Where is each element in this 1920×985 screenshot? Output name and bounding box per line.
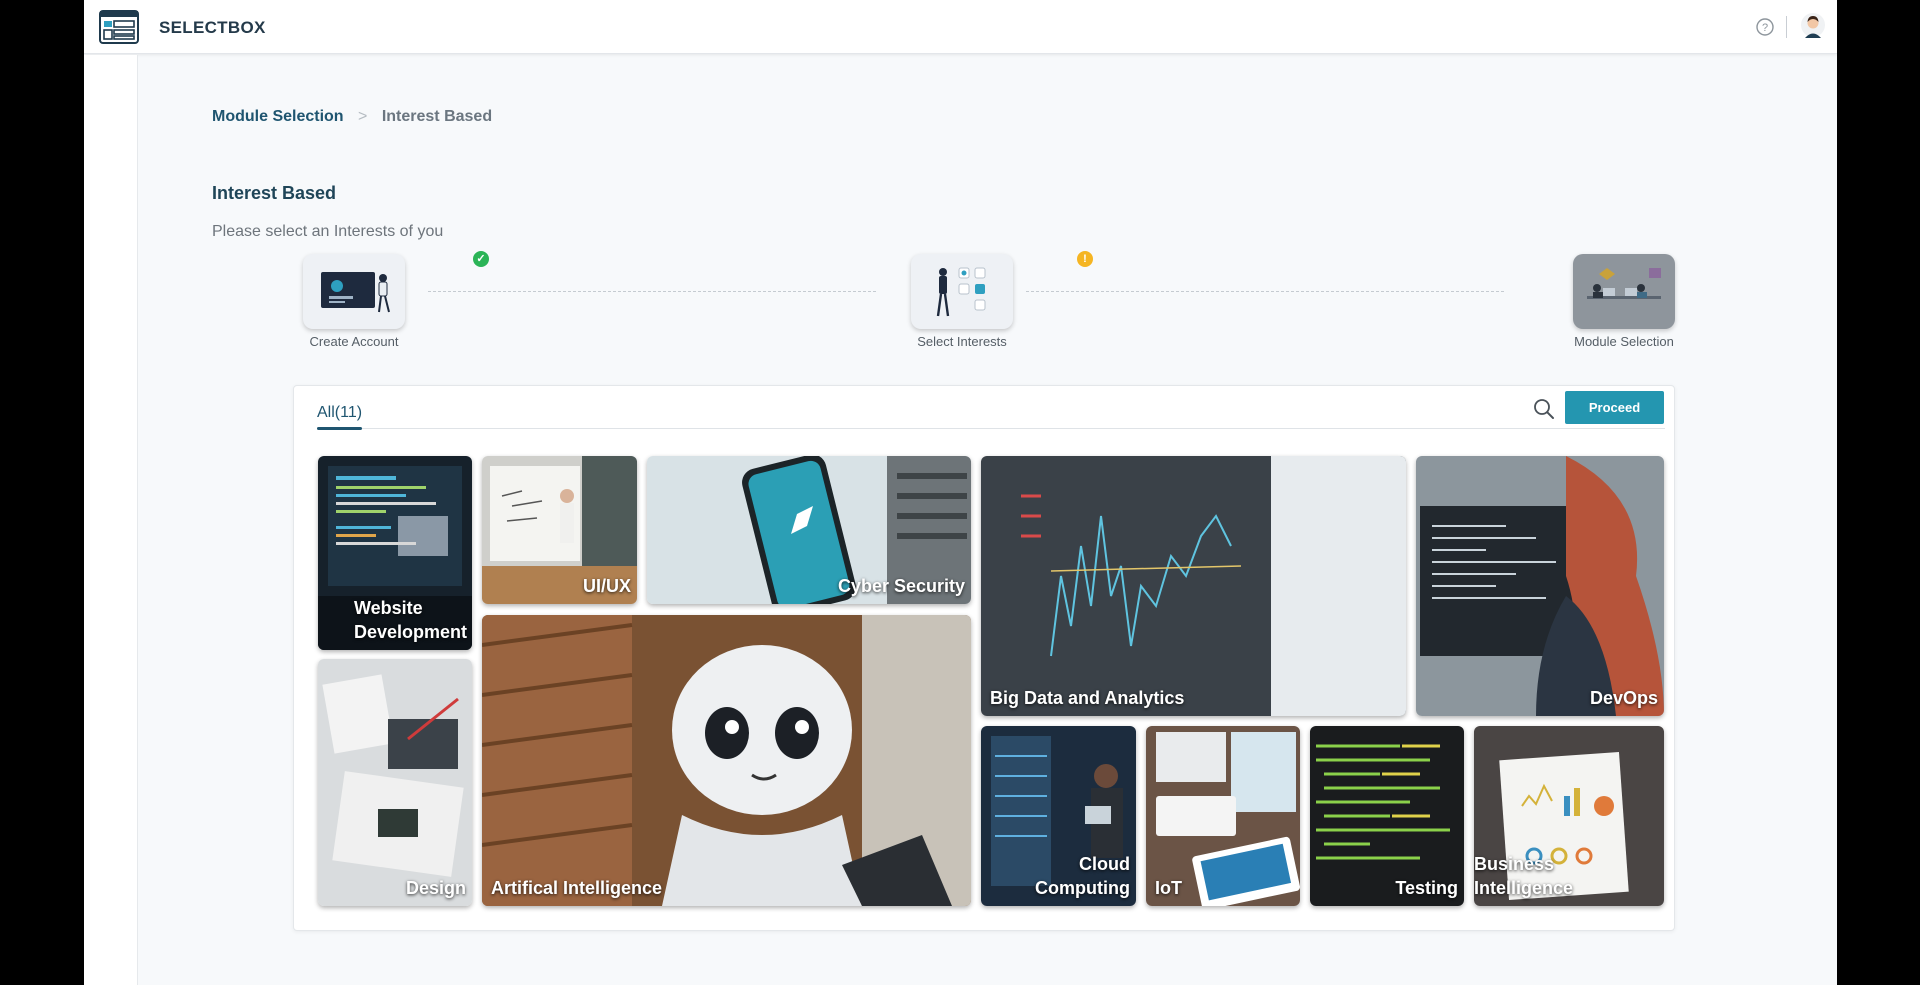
interest-tile-devops[interactable]: DevOps — [1416, 456, 1664, 716]
page-subtitle: Please select an Interests of you — [212, 223, 444, 240]
interest-tile-cloud-computing[interactable]: Cloud Computing — [981, 726, 1136, 906]
check-icon: ✓ — [473, 251, 489, 267]
devops-image — [1416, 456, 1664, 716]
big-data-image — [981, 456, 1406, 716]
interest-label-line1: Website — [354, 598, 423, 618]
breadcrumb-module-selection[interactable]: Module Selection — [212, 108, 344, 125]
interest-tile-design[interactable]: Design — [318, 659, 472, 906]
step-select-interests[interactable] — [911, 254, 1013, 329]
breadcrumb-interest-based: Interest Based — [381, 108, 493, 125]
step-connector — [428, 291, 876, 292]
interest-label: Website Development — [354, 596, 468, 644]
step-connector — [1026, 291, 1504, 292]
interest-tile-testing[interactable]: Testing — [1310, 726, 1464, 906]
step-label-module-selection: Module Selection — [1574, 334, 1674, 349]
interest-tile-cyber-security[interactable]: Cyber Security — [647, 456, 971, 604]
tab-active-indicator — [317, 427, 362, 430]
page-title: Interest Based — [212, 183, 337, 203]
help-icon[interactable]: ? — [1755, 17, 1775, 37]
warning-icon: ! — [1077, 251, 1093, 267]
interest-label-testing: Testing — [1395, 878, 1458, 898]
interest-tile-business-intelligence[interactable]: Business Intelligence — [1474, 726, 1664, 906]
interest-label-line2: Development — [354, 622, 468, 642]
interest-label-cyber-security: Cyber Security — [837, 576, 965, 596]
interest-label-line1: Cloud — [1079, 854, 1130, 874]
brand-name: SELECTBOX — [159, 18, 266, 37]
interest-label-ai: Artifical Intelligence — [491, 878, 663, 898]
interest-label-big-data: Big Data and Analytics — [990, 688, 1185, 708]
interest-label-iot: IoT — [1155, 878, 1182, 898]
module-selection-illustration — [1587, 268, 1661, 299]
interest-tile-big-data-and-analytics[interactable]: Big Data and Analytics — [981, 456, 1406, 716]
interest-tile-website-development[interactable]: Website Development — [318, 456, 472, 650]
interest-tile-iot[interactable]: IoT — [1146, 726, 1300, 906]
interest-tile-artificial-intelligence[interactable]: Artifical Intelligence — [482, 615, 971, 906]
step-label-create-account: Create Account — [309, 334, 399, 349]
interest-label: Cloud Computing — [1035, 852, 1130, 900]
tab-all[interactable]: All(11) — [317, 404, 362, 422]
breadcrumb-separator: > — [358, 108, 368, 125]
svg-text:?: ? — [1762, 22, 1768, 34]
top-bar: SELECTBOX ? — [84, 0, 1837, 54]
interest-label-devops: DevOps — [1589, 688, 1658, 708]
interest-tile-ui-ux[interactable]: UI/UX — [482, 456, 637, 604]
interest-label-business-intelligence: Business Intelligence — [1474, 854, 1574, 898]
step-module-selection[interactable] — [1573, 254, 1675, 329]
interest-label-ui-ux: UI/UX — [582, 576, 631, 596]
create-account-illustration — [321, 272, 390, 313]
app-logo-icon[interactable] — [99, 10, 139, 44]
interest-label-line2: Computing — [1035, 878, 1130, 898]
side-navigation — [84, 55, 138, 985]
proceed-button[interactable]: Proceed — [1565, 391, 1664, 424]
user-avatar-icon[interactable] — [1800, 12, 1826, 40]
app-window: SELECTBOX ? Module Selection > Interest … — [84, 0, 1837, 985]
header-divider — [1786, 16, 1787, 38]
artificial-intelligence-image — [482, 615, 971, 906]
design-image — [318, 659, 472, 906]
step-label-select-interests: Select Interests — [917, 334, 1007, 349]
tab-divider — [317, 428, 1665, 429]
step-create-account[interactable] — [303, 254, 405, 329]
interest-label-design: Design — [405, 878, 466, 898]
breadcrumb: Module Selection > Interest Based — [212, 108, 492, 126]
search-icon[interactable] — [1532, 397, 1556, 421]
select-interests-illustration — [936, 267, 986, 317]
